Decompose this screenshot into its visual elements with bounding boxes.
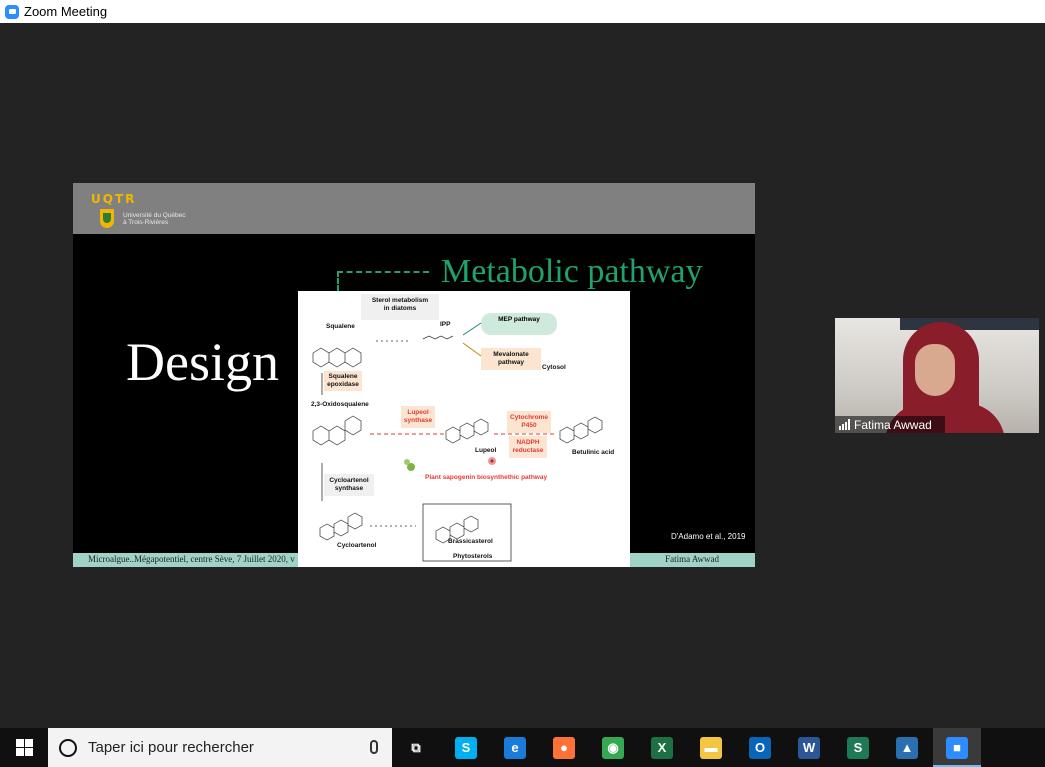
file-explorer-icon: ▬ (700, 736, 722, 759)
label-sapogenin: Plant sapogenin biosynthethic pathway (425, 474, 548, 481)
slide-heading: Metabolic pathway (441, 253, 703, 290)
taskbar-search[interactable]: Taper ici pour rechercher (48, 728, 392, 767)
taskbar-app-sway[interactable]: S (834, 728, 882, 767)
chrome-icon: ◉ (602, 736, 624, 759)
search-placeholder: Taper ici pour rechercher (88, 739, 254, 756)
label-oxidosqualene: 2,3-Oxidosqualene (311, 401, 369, 408)
windows-taskbar: Taper ici pour rechercher ⧉ Se ● ◉ X ▬ O W S ▲ ■ (0, 728, 1045, 767)
slide-reference: D'Adamo et al., 2019 (671, 532, 746, 541)
edge-icon: e (504, 736, 526, 759)
footer-author: Fatima Awwad (665, 554, 719, 564)
firefox-icon: ● (553, 736, 575, 759)
pathway-diagram-lines (312, 294, 603, 562)
footer-left-text: Microalgue..Mégapotentiel, centre Sève, … (88, 554, 295, 564)
taskbar-app-file-explorer[interactable]: ▬ (687, 728, 735, 767)
participant-name: Fatima Awwad (854, 417, 932, 432)
label-squalene: Squalene (326, 323, 355, 330)
taskbar-app-firefox[interactable]: ● (540, 728, 588, 767)
task-view-icon: ⧉ (405, 736, 427, 759)
slide-header-band (73, 183, 755, 234)
label-phytosterols: Phytosterols (453, 553, 493, 560)
taskbar-app-outlook[interactable]: O (736, 728, 784, 767)
window-titlebar: Zoom Meeting (0, 0, 1045, 23)
taskbar-app-zoom[interactable]: ■ (933, 728, 981, 767)
label-betulinic-acid: Betulinic acid (572, 449, 615, 456)
dashed-connector (337, 271, 429, 273)
taskbar-app-excel[interactable]: X (638, 728, 686, 767)
cortana-icon (59, 738, 77, 757)
shield-icon (100, 209, 114, 228)
label-cytochrome: Cytochrome P450 (510, 414, 548, 429)
participant-name-tag: Fatima Awwad (835, 416, 945, 433)
photos-icon: ▲ (896, 736, 918, 759)
taskbar-app-word[interactable]: W (785, 728, 833, 767)
label-nadph: NADPH reductase (512, 439, 544, 454)
taskbar-app-skype[interactable]: S (442, 728, 490, 767)
logo-text: UQTR (91, 192, 137, 206)
participant-video[interactable]: Fatima Awwad (835, 318, 1039, 433)
label-lupeol-synthase: Lupeol synthase (403, 409, 433, 424)
word-icon: W (798, 736, 820, 759)
figure-title: Sterol metabolism in diatoms (371, 297, 429, 312)
taskbar-app-photos[interactable]: ▲ (883, 728, 931, 767)
label-mep: MEP pathway (498, 316, 540, 323)
label-brassicasterol: Brassicasterol (448, 538, 493, 545)
outlook-icon: O (749, 736, 771, 759)
taskbar-app-edge[interactable]: e (491, 728, 539, 767)
slide-big-word: Design (126, 332, 279, 392)
microphone-icon[interactable] (370, 740, 378, 754)
taskbar-app-chrome[interactable]: ◉ (589, 728, 637, 767)
label-cycloartenol-synthase: Cycloartenol synthase (329, 477, 369, 492)
taskbar-app-task-view[interactable]: ⧉ (392, 728, 440, 767)
sway-icon: S (847, 736, 869, 759)
windows-icon (15, 739, 33, 756)
zoom-icon: ■ (946, 736, 968, 759)
label-lupeol: Lupeol (475, 447, 497, 454)
dashed-connector-vertical (337, 271, 339, 291)
skype-icon: S (455, 736, 477, 759)
university-name: Université du Québec à Trois-Rivières (123, 212, 186, 226)
start-button[interactable] (0, 728, 48, 767)
label-mevalonate: Mevalonate pathway (493, 351, 529, 366)
window-title: Zoom Meeting (24, 4, 108, 19)
label-cycloartenol: Cycloartenol (337, 542, 377, 549)
signal-bars-icon (839, 419, 850, 430)
label-cytosol: Cytosol (542, 364, 566, 371)
excel-icon: X (651, 736, 673, 759)
participant-face (915, 344, 955, 396)
label-ipp: IPP (440, 321, 451, 328)
uqtr-logo: UQTR Université du Québec à Trois-Rivièr… (91, 192, 186, 228)
pathway-figure: Sterol metabolism in diatoms Squalene IPP… (298, 291, 630, 567)
zoom-icon (5, 4, 19, 19)
label-squalene-epoxidase: Squalene epoxidase (327, 373, 359, 388)
